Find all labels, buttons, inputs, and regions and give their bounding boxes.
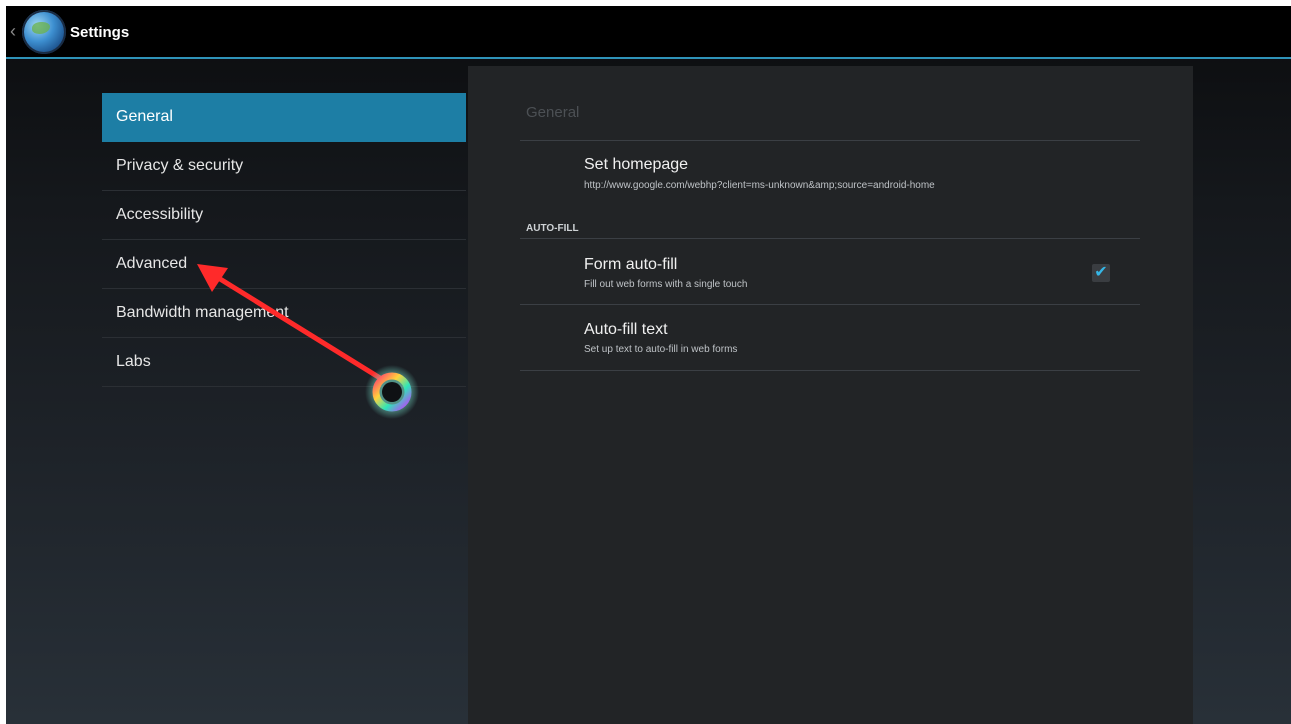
- divider: [520, 140, 1140, 141]
- autofill-text-preference[interactable]: Auto-fill text Set up text to auto-fill …: [520, 321, 1140, 369]
- autofill-text-summary: Set up text to auto-fill in web forms: [584, 344, 738, 355]
- category-bandwidth-management[interactable]: Bandwidth management: [102, 289, 466, 338]
- divider: [520, 370, 1140, 371]
- category-privacy-security[interactable]: Privacy & security: [102, 142, 466, 191]
- settings-screen: ‹ Settings General Privacy & security Ac…: [6, 6, 1291, 724]
- category-accessibility[interactable]: Accessibility: [102, 191, 466, 240]
- form-autofill-preference[interactable]: Form auto-fill Fill out web forms with a…: [520, 256, 1140, 304]
- panel-title: General: [526, 104, 580, 121]
- general-settings-panel: General Set homepage http://www.google.c…: [468, 66, 1193, 724]
- form-autofill-title: Form auto-fill: [584, 256, 678, 273]
- app-title: Settings: [70, 24, 130, 41]
- set-homepage-title: Set homepage: [584, 156, 689, 173]
- chevron-left-icon[interactable]: ‹: [10, 21, 16, 41]
- action-bar: ‹ Settings: [6, 6, 1291, 59]
- autofill-text-title: Auto-fill text: [584, 321, 668, 338]
- form-autofill-summary: Fill out web forms with a single touch: [584, 279, 748, 290]
- browser-globe-icon[interactable]: [22, 10, 66, 54]
- divider: [520, 238, 1140, 239]
- category-advanced[interactable]: Advanced: [102, 240, 466, 289]
- category-general[interactable]: General: [102, 93, 466, 142]
- category-labs[interactable]: Labs: [102, 338, 466, 387]
- divider: [520, 304, 1140, 305]
- autofill-section-header: AUTO-FILL: [526, 223, 579, 234]
- settings-categories: General Privacy & security Accessibility…: [102, 93, 466, 387]
- set-homepage-summary: http://www.google.com/webhp?client=ms-un…: [584, 180, 935, 191]
- set-homepage-preference[interactable]: Set homepage http://www.google.com/webhp…: [520, 156, 1140, 206]
- form-autofill-checkbox[interactable]: ✔: [1092, 264, 1110, 282]
